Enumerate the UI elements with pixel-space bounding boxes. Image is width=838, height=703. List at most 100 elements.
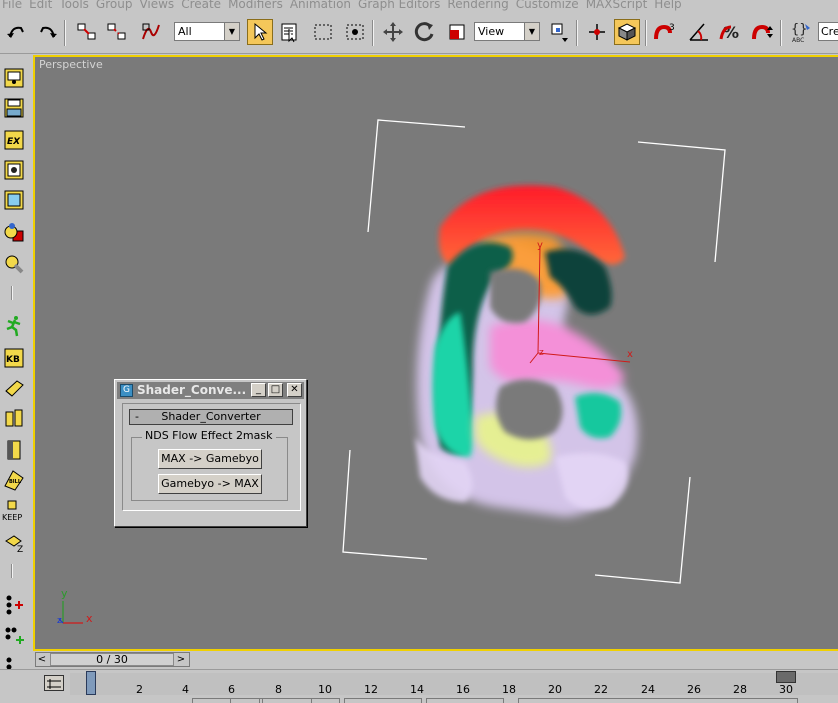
select-by-name-icon[interactable] [277, 19, 303, 45]
pivot-axis-x-label: x [627, 349, 633, 360]
biped-icon[interactable] [2, 314, 26, 338]
menu-customize[interactable]: Customize [516, 0, 586, 11]
gold-bar-icon[interactable] [2, 376, 26, 400]
previous-frame-button[interactable]: < [36, 653, 48, 666]
redo-icon[interactable] [34, 19, 60, 45]
light-icon[interactable] [2, 252, 26, 276]
open-mini-curve-editor-icon[interactable] [44, 675, 64, 691]
frame-ruler[interactable]: 2 4 6 8 10 12 14 16 18 20 22 24 26 28 30 [70, 671, 838, 696]
door-icon[interactable] [2, 438, 26, 462]
left-tab-panel: EX KB BILL KEEP Z [0, 56, 30, 682]
menu-graph-editors[interactable]: Graph Editors [358, 0, 447, 11]
toolbar-separator [780, 20, 782, 46]
undo-icon[interactable] [4, 19, 30, 45]
max-to-gamebyo-button[interactable]: MAX -> Gamebyo [158, 449, 262, 469]
tick-label: 16 [456, 683, 470, 696]
named-selection-sets-input[interactable]: Crea [818, 22, 838, 41]
tick-label: 18 [502, 683, 516, 696]
coins-stack-icon[interactable] [2, 406, 26, 430]
rectangular-selection-region-icon[interactable] [310, 19, 336, 45]
keep-icon[interactable]: KEEP [2, 498, 26, 522]
chevron-down-icon: ▼ [224, 23, 239, 40]
tick-label: 12 [364, 683, 378, 696]
menu-modifiers[interactable]: Modifiers [228, 0, 290, 11]
select-and-move-icon[interactable] [380, 19, 406, 45]
maximize-icon: □ [270, 384, 281, 395]
close-button[interactable]: ✕ [287, 383, 302, 397]
pivot-axis-z-label: z [539, 348, 544, 358]
hill-board-icon[interactable]: BILL [2, 468, 26, 492]
time-slider-thumb[interactable]: 0 / 30 [50, 653, 174, 666]
panel-separator [11, 286, 13, 300]
nds-flow-effect-group: NDS Flow Effect 2mask MAX -> Gamebyo Gam… [131, 429, 288, 501]
flow-effect-mesh [415, 185, 638, 517]
keyframe-marker[interactable] [776, 671, 796, 683]
viewport-scene: y x z y x z [57, 119, 726, 626]
menu-rendering[interactable]: Rendering [447, 0, 515, 11]
keyframe-tool-icon[interactable]: KB [2, 346, 26, 370]
reference-coordinate-value: View [478, 25, 505, 38]
save-file-icon[interactable] [2, 96, 26, 120]
menu-file[interactable]: File [0, 0, 29, 11]
tick-label: 8 [275, 683, 282, 696]
menu-create[interactable]: Create [181, 0, 228, 11]
edit-named-selection-icon[interactable]: {} ABC [788, 19, 814, 45]
add-selection-icon[interactable] [2, 624, 26, 648]
keyboard-shortcut-override-icon[interactable] [614, 19, 640, 45]
status-strip [0, 696, 838, 703]
select-object-icon[interactable] [247, 19, 273, 45]
svg-text:BILL: BILL [9, 479, 22, 485]
select-and-rotate-icon[interactable] [412, 19, 438, 45]
rollout-title: Shader_Converter [161, 410, 261, 423]
export-icon[interactable]: EX [2, 128, 26, 152]
menu-help[interactable]: Help [654, 0, 688, 11]
maximize-button[interactable]: □ [268, 383, 283, 397]
max-window: File Edit Tools Group Views Create Modif… [0, 0, 838, 703]
maxscript-window-icon: G [120, 384, 133, 397]
window-crossing-icon[interactable] [342, 19, 368, 45]
menu-group[interactable]: Group [96, 0, 140, 11]
bind-to-space-warp-icon[interactable] [138, 19, 164, 45]
next-frame-button[interactable]: > [175, 653, 187, 666]
select-and-scale-icon[interactable] [444, 19, 470, 45]
menu-animation[interactable]: Animation [290, 0, 358, 11]
tick-label: 2 [136, 683, 143, 696]
angle-snap-toggle-icon[interactable] [686, 19, 712, 45]
snaps-toggle-icon[interactable]: 3 [652, 19, 678, 45]
add-nodes-icon[interactable] [2, 592, 26, 616]
status-field [262, 698, 340, 703]
reference-coordinate-dropdown[interactable]: View ▼ [474, 22, 540, 41]
percent-snap-icon[interactable]: % [718, 19, 744, 45]
selection-filter-dropdown[interactable]: All ▼ [174, 22, 240, 41]
spinner-snap-toggle-icon[interactable] [750, 19, 776, 45]
menu-bar: File Edit Tools Group Views Create Modif… [0, 0, 838, 14]
primitive-objects-icon[interactable] [2, 220, 26, 244]
dialog-title: Shader_Conve... [137, 383, 247, 397]
tick-label: 6 [228, 683, 235, 696]
material-editor-icon[interactable] [2, 188, 26, 212]
minimize-button[interactable]: _ [251, 383, 266, 397]
use-pivot-point-center-icon[interactable] [546, 19, 572, 45]
select-and-manipulate-icon[interactable] [584, 19, 610, 45]
unlink-selection-icon[interactable] [104, 19, 130, 45]
rollout-collapse-toggle: - [135, 410, 139, 423]
track-bar: 2 4 6 8 10 12 14 16 18 20 22 24 26 28 30 [0, 669, 838, 703]
zoom-object-icon[interactable]: Z [2, 530, 26, 554]
menu-views[interactable]: Views [139, 0, 181, 11]
open-file-icon[interactable] [2, 66, 26, 90]
menu-maxscript[interactable]: MAXScript [586, 0, 655, 11]
svg-text:{}: {} [791, 22, 808, 37]
tick-label: 10 [318, 683, 332, 696]
world-axis-y-label: y [61, 587, 68, 600]
status-field [344, 698, 422, 703]
rollout-header[interactable]: - Shader_Converter [129, 409, 293, 425]
perspective-viewport[interactable]: Perspective y x z y x z [33, 55, 838, 651]
svg-text:Z: Z [17, 545, 23, 553]
svg-text:EX: EX [7, 137, 21, 147]
current-frame-marker[interactable] [86, 671, 96, 695]
menu-edit[interactable]: Edit [29, 0, 59, 11]
menu-tools[interactable]: Tools [59, 0, 96, 11]
select-and-link-icon[interactable] [74, 19, 100, 45]
gamebyo-to-max-button[interactable]: Gamebyo -> MAX [158, 474, 262, 494]
render-scene-icon[interactable] [2, 158, 26, 182]
